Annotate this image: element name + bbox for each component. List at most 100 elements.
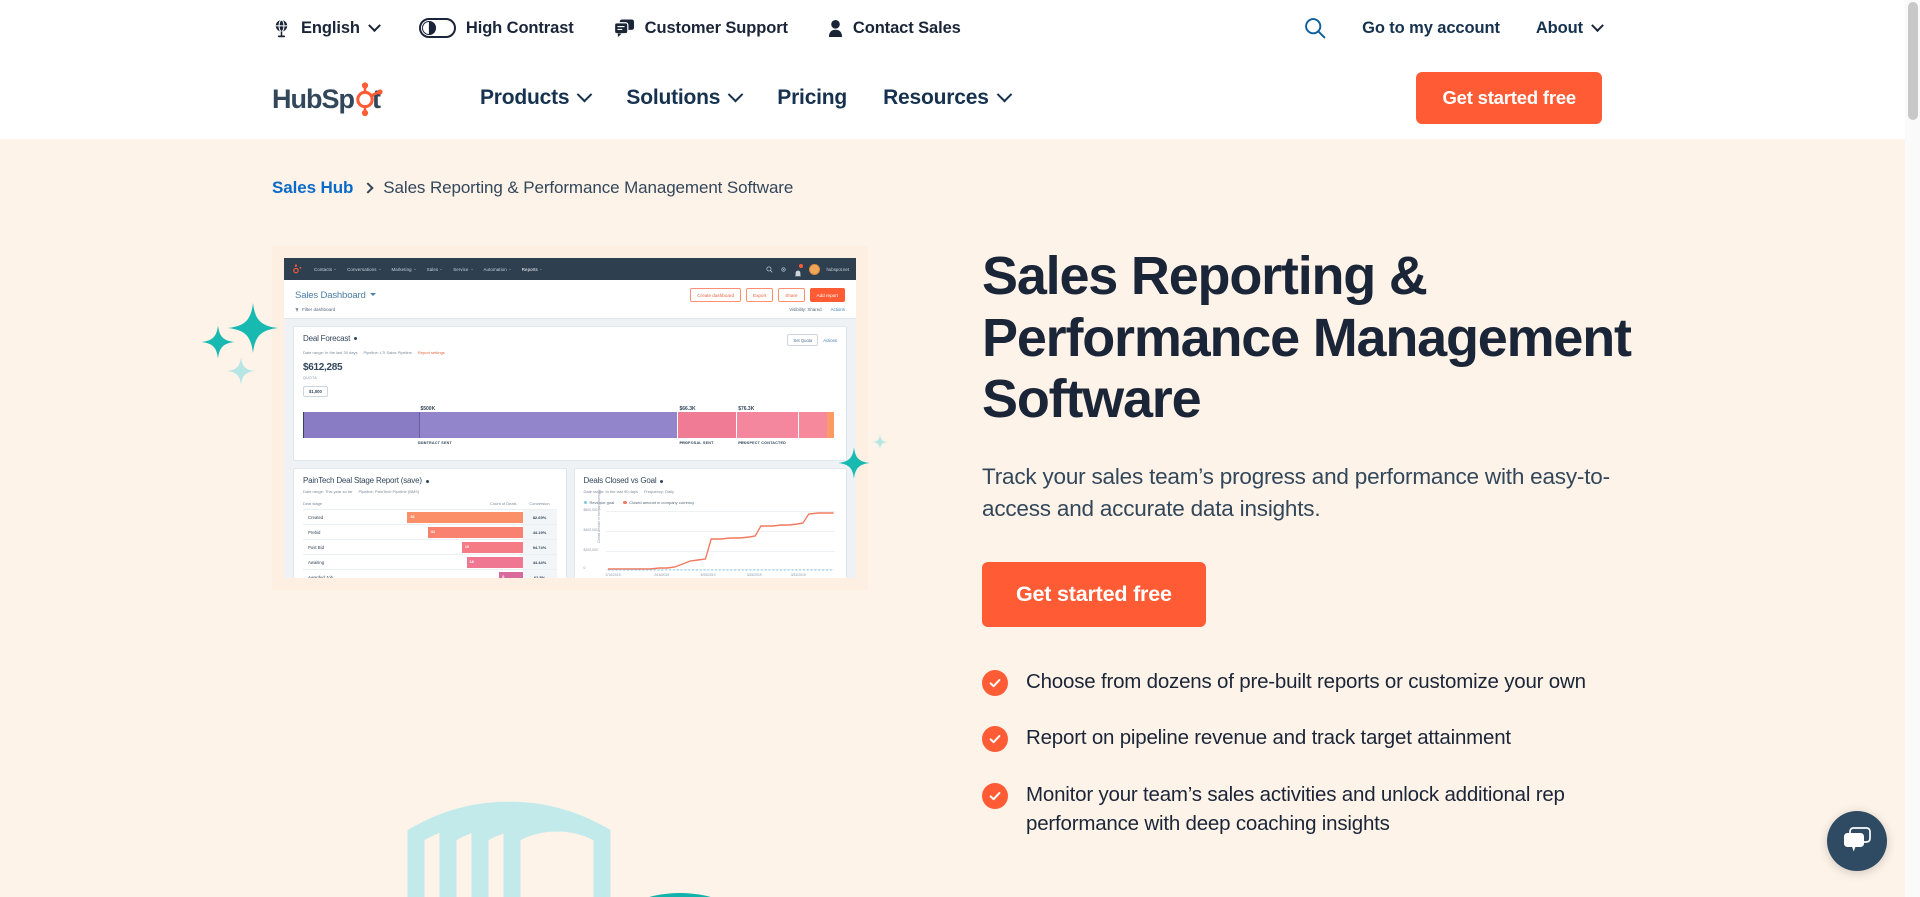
bar-track: 43 bbox=[367, 525, 523, 539]
y-tick: $600,000 bbox=[583, 508, 598, 513]
deal-forecast-panel: Deal Forecast Set Quota Actions Date ran… bbox=[293, 326, 847, 462]
bar-track: 19 bbox=[367, 540, 523, 554]
go-to-my-account-link[interactable]: Go to my account bbox=[1362, 19, 1500, 38]
app-nav-item[interactable]: Service bbox=[453, 267, 472, 272]
breadcrumb: Sales Hub Sales Reporting & Performance … bbox=[0, 139, 1920, 198]
customer-support-link[interactable]: Customer Support bbox=[613, 19, 788, 38]
avatar[interactable] bbox=[808, 263, 820, 275]
page-scrollbar[interactable] bbox=[1905, 0, 1920, 897]
chevron-down-icon bbox=[996, 86, 1012, 103]
dashboard-header-buttons: Create dashboard Export Share Add report bbox=[690, 288, 845, 302]
stage-name: Created bbox=[308, 514, 324, 520]
chevron-down-icon bbox=[577, 86, 593, 103]
check-circle-icon bbox=[982, 726, 1008, 753]
report-settings-link[interactable]: Report settings bbox=[418, 350, 445, 355]
x-tick: 3/25/2019 bbox=[746, 573, 762, 578]
hero-content-grid: Contacts Conversations Marketing Sales S… bbox=[0, 198, 1920, 839]
info-dot-icon bbox=[660, 479, 664, 483]
panel-actions-menu[interactable]: Actions bbox=[823, 338, 837, 343]
table-row: Awarded Job 8 62.5% bbox=[303, 569, 557, 578]
gear-icon[interactable] bbox=[780, 266, 787, 273]
dashboard-body: Deal Forecast Set Quota Actions Date ran… bbox=[284, 319, 856, 578]
quota-label: QUOTA bbox=[303, 376, 318, 381]
hubspot-logo[interactable]: HubSp t bbox=[272, 79, 400, 117]
app-nav-item[interactable]: Contacts bbox=[314, 267, 336, 272]
sparkle-icon bbox=[838, 447, 870, 479]
nav-label: Products bbox=[480, 85, 570, 109]
panel-header: PainTech Deal Stage Report (save) bbox=[303, 476, 557, 485]
sales-dashboard-screenshot: Contacts Conversations Marketing Sales S… bbox=[284, 258, 856, 578]
forecast-segment bbox=[797, 412, 828, 439]
dashboard-title-selector[interactable]: Sales Dashboard bbox=[295, 290, 376, 301]
actions-menu[interactable]: Actions bbox=[831, 307, 845, 312]
hero-media-column: Contacts Conversations Marketing Sales S… bbox=[201, 246, 922, 839]
high-contrast-toggle[interactable]: High Contrast bbox=[418, 18, 574, 38]
app-nav-item-reports[interactable]: Reports bbox=[522, 267, 542, 272]
set-quota-button[interactable]: Set Quota bbox=[787, 334, 819, 347]
search-icon[interactable] bbox=[1304, 17, 1326, 39]
create-dashboard-button[interactable]: Create dashboard bbox=[690, 288, 741, 302]
panel-meta: Date range: In the last 90 days Frequenc… bbox=[584, 489, 838, 494]
bar-value: 43 bbox=[430, 530, 435, 535]
breadcrumb-parent-link[interactable]: Sales Hub bbox=[272, 178, 353, 198]
panel-title: PainTech Deal Stage Report (save) bbox=[303, 476, 429, 485]
table-row: Created 52 82.69% bbox=[303, 509, 557, 525]
chart-legend: Revenue goal Closed amount in company cu… bbox=[583, 500, 838, 505]
conversion-value: 44.44% bbox=[522, 555, 557, 570]
share-button[interactable]: Share bbox=[778, 288, 805, 302]
language-selector[interactable]: English bbox=[272, 18, 381, 38]
bar-value: 52 bbox=[410, 515, 415, 520]
search-icon[interactable] bbox=[765, 265, 773, 273]
stage-label: PROPOSAL SENT 60% bbox=[679, 441, 713, 445]
about-menu[interactable]: About bbox=[1536, 19, 1604, 38]
bar-track: 52 bbox=[367, 510, 523, 524]
app-nav-item[interactable]: Marketing bbox=[392, 267, 416, 272]
bar: 8 bbox=[499, 571, 523, 578]
nav-item-products[interactable]: Products bbox=[480, 85, 593, 110]
list-item: Monitor your team’s sales activities and… bbox=[982, 780, 1662, 839]
hero-copy-column: Sales Reporting & Performance Management… bbox=[982, 246, 1662, 839]
chat-widget-button[interactable] bbox=[1827, 811, 1887, 871]
forecast-segment bbox=[735, 412, 798, 439]
notifications-icon[interactable] bbox=[794, 264, 803, 277]
contact-sales-link[interactable]: Contact Sales bbox=[828, 19, 961, 38]
y-tick: $200,000 bbox=[583, 548, 598, 553]
conversion-value: 44.19% bbox=[522, 525, 557, 540]
panel-actions: Set Quota Actions bbox=[787, 334, 837, 347]
stage-name: CONTRACT SENT bbox=[417, 441, 452, 446]
nav-item-pricing[interactable]: Pricing bbox=[777, 86, 847, 110]
bullet-text: Choose from dozens of pre-built reports … bbox=[1026, 669, 1586, 693]
quota-value: $1,000 bbox=[303, 386, 328, 398]
get-started-free-hero-button[interactable]: Get started free bbox=[982, 561, 1206, 627]
dashboard-header: Sales Dashboard Create dashboard Export … bbox=[284, 280, 856, 302]
visibility-status: Visibility: Shared bbox=[789, 307, 822, 312]
bar: 19 bbox=[461, 541, 523, 553]
y-tick: 0 bbox=[583, 566, 586, 571]
export-button[interactable]: Export bbox=[746, 288, 774, 302]
pipeline: Pipeline: PainTech Pipeline (BMS) bbox=[358, 489, 420, 495]
panel-title: Deals Closed vs Goal bbox=[584, 476, 664, 485]
caret-down-icon bbox=[369, 293, 376, 297]
get-started-free-nav-button[interactable]: Get started free bbox=[1416, 71, 1602, 124]
legend-swatch bbox=[623, 500, 627, 505]
info-dot-icon bbox=[354, 337, 358, 341]
add-report-button[interactable]: Add report bbox=[809, 288, 845, 302]
segment-label: $500K bbox=[420, 406, 436, 413]
bar: 43 bbox=[427, 526, 523, 538]
app-topbar: Contacts Conversations Marketing Sales S… bbox=[284, 258, 856, 280]
high-contrast-label: High Contrast bbox=[465, 18, 574, 37]
nav-item-resources[interactable]: Resources bbox=[883, 86, 1012, 110]
pipeline: Pipeline: LTI Sales Pipeline bbox=[363, 350, 412, 356]
conversion-value: 94.74% bbox=[522, 540, 557, 555]
info-dot-icon bbox=[425, 479, 429, 483]
app-nav-item[interactable]: Conversations bbox=[347, 267, 380, 272]
stage-name: PROSPECT CONTACTED bbox=[738, 441, 786, 446]
scrollbar-thumb[interactable] bbox=[1907, 2, 1918, 120]
chevron-down-icon bbox=[368, 18, 381, 32]
app-nav-item[interactable]: Automation bbox=[484, 267, 511, 272]
bar-value: 8 bbox=[502, 575, 505, 578]
app-nav-item[interactable]: Sales bbox=[427, 267, 442, 272]
nav-item-solutions[interactable]: Solutions bbox=[626, 86, 744, 110]
filter-dashboard-button[interactable]: Filter dashboard bbox=[295, 307, 335, 312]
hero-section: Sales Hub Sales Reporting & Performance … bbox=[0, 139, 1920, 897]
